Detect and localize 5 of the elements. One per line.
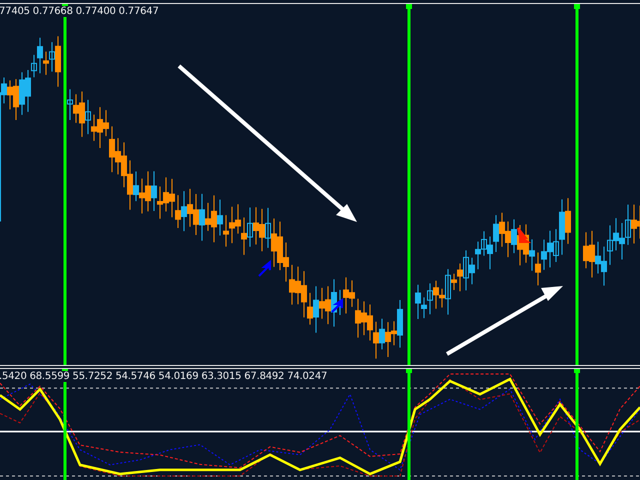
signal-arrow-icon [331, 298, 343, 313]
ohlc-readout: 77405 0.77668 0.77400 0.77647 [0, 6, 159, 17]
signal-arrow-icon [258, 260, 271, 277]
signal-arrow-icon [517, 227, 532, 243]
indicator-values-readout: .5420 68.5599 55.7252 54.5746 54.0169 63.3015 67.8492 74.0247 [0, 371, 328, 382]
